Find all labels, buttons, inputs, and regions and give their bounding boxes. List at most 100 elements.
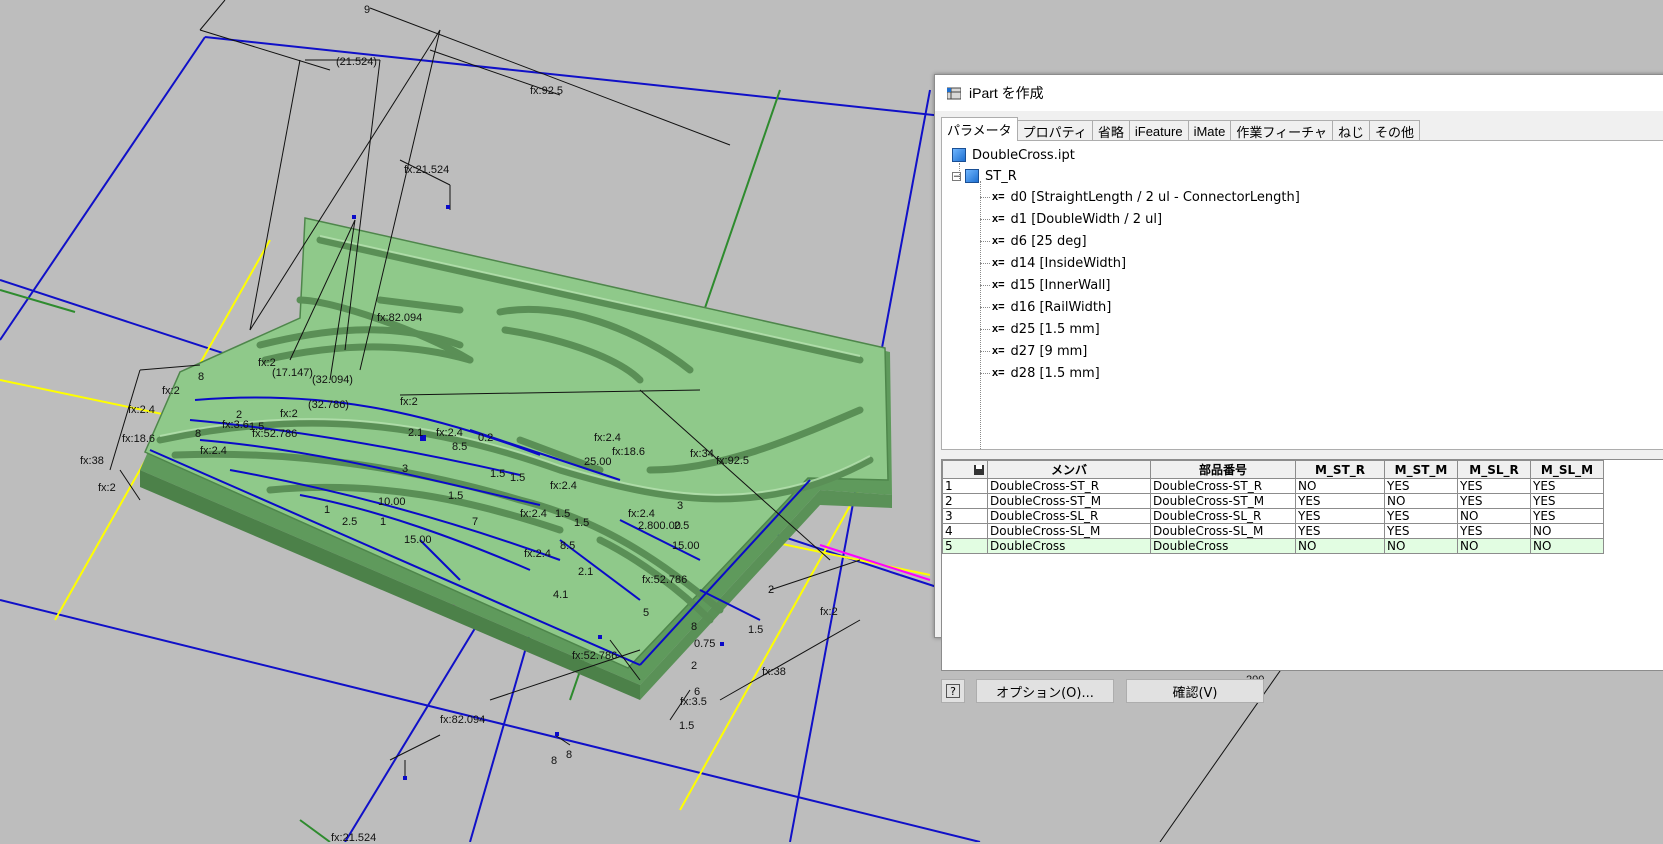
table-cell[interactable]: DoubleCross-SL_R	[987, 508, 1151, 524]
dimension-label[interactable]: fx:38	[762, 666, 786, 678]
table-cell[interactable]: YES	[1384, 508, 1458, 524]
table-cell[interactable]: YES	[1530, 493, 1604, 509]
dimension-label[interactable]: (21.524)	[336, 56, 377, 68]
dimension-label[interactable]: 1.5	[448, 490, 463, 502]
dimension-label[interactable]: fx:38	[80, 455, 104, 467]
dimension-label[interactable]: fx:2.4	[628, 508, 655, 520]
part-body[interactable]	[140, 217, 892, 700]
ok-button[interactable]: 確認(V)	[1126, 679, 1264, 703]
table-cell[interactable]: NO	[1530, 523, 1604, 539]
dimension-label[interactable]: fx:2	[162, 385, 180, 397]
dimension-label[interactable]: fx:18.6	[122, 433, 155, 445]
parameter-item[interactable]: x= d16 [RailWidth]	[992, 297, 1111, 317]
table-cell[interactable]: YES	[1295, 523, 1385, 539]
dimension-label[interactable]: 8	[198, 371, 204, 383]
dimension-label[interactable]: fx:21.524	[404, 164, 449, 176]
dimension-label[interactable]: 0.75	[694, 638, 715, 650]
table-cell[interactable]: DoubleCross-ST_M	[1150, 493, 1296, 509]
dimension-label[interactable]: fx:2.4	[520, 508, 547, 520]
dimension-label[interactable]: fx:52.786	[642, 574, 687, 586]
tab-imate[interactable]: iMate	[1187, 120, 1232, 141]
row-number[interactable]: 3	[942, 508, 988, 524]
member-table-container[interactable]: メンバ 部品番号 M_ST_R M_ST_M M_SL_R M_SL_M 1 Do…	[941, 459, 1663, 671]
dimension-label[interactable]: fx:2.4	[524, 548, 551, 560]
table-cell[interactable]: NO	[1295, 538, 1385, 554]
dimension-label[interactable]: 1.5	[574, 517, 589, 529]
table-cell[interactable]: DoubleCross-ST_R	[987, 478, 1151, 494]
dimension-label[interactable]: 1.5	[679, 720, 694, 732]
options-button[interactable]: オプション(O)...	[976, 679, 1114, 703]
parameter-item[interactable]: x= d1 [DoubleWidth / 2 ul]	[992, 209, 1162, 229]
table-cell[interactable]: DoubleCross	[987, 538, 1151, 554]
table-row[interactable]: 2 DoubleCross-ST_M DoubleCross-ST_M YES NO YE…	[942, 493, 1604, 509]
dimension-label[interactable]: (17.147)	[272, 367, 313, 379]
column-header-m-st-m[interactable]: M_ST_M	[1384, 460, 1458, 479]
table-cell[interactable]: NO	[1530, 538, 1604, 554]
table-cell[interactable]: YES	[1295, 508, 1385, 524]
tree-root-item[interactable]: DoubleCross.ipt	[952, 145, 1075, 165]
table-cell[interactable]: YES	[1530, 508, 1604, 524]
tree-group-st-r[interactable]: − ST_R	[952, 166, 1017, 186]
parameter-item[interactable]: x= d27 [9 mm]	[992, 341, 1087, 361]
tab-threads[interactable]: ねじ	[1332, 120, 1371, 141]
parameter-item[interactable]: x= d28 [1.5 mm]	[992, 363, 1100, 383]
column-header-m-st-r[interactable]: M_ST_R	[1295, 460, 1385, 479]
dimension-label[interactable]: fx:2.4	[594, 432, 621, 444]
table-cell[interactable]: YES	[1384, 478, 1458, 494]
dimension-label[interactable]: 8	[195, 428, 201, 440]
help-button[interactable]: ?	[941, 679, 965, 703]
table-cell[interactable]: YES	[1457, 523, 1531, 539]
column-header-m-sl-r[interactable]: M_SL_R	[1457, 460, 1531, 479]
row-number[interactable]: 4	[942, 523, 988, 539]
dimension-label[interactable]: 5	[643, 607, 649, 619]
tab-ifeature[interactable]: iFeature	[1128, 120, 1189, 141]
table-row[interactable]: 5 DoubleCross DoubleCross NO NO NO NO	[942, 538, 1604, 554]
dimension-label[interactable]: fx:2.4	[128, 404, 155, 416]
dimension-label[interactable]: fx:3.6	[222, 419, 249, 431]
row-number[interactable]: 1	[942, 478, 988, 494]
dimension-label[interactable]: 4.1	[553, 589, 568, 601]
table-cell[interactable]: DoubleCross-SL_M	[987, 523, 1151, 539]
dimension-label[interactable]: fx:2	[820, 606, 838, 618]
dimension-label[interactable]: fx:82.094	[440, 714, 485, 726]
dimension-label[interactable]: 2.1	[578, 566, 593, 578]
tab-other[interactable]: その他	[1369, 120, 1421, 141]
parameter-item[interactable]: x= d0 [StraightLength / 2 ul - ConnectorL…	[992, 187, 1300, 207]
dimension-label[interactable]: 3	[677, 500, 683, 512]
dimension-label[interactable]: 7	[472, 516, 478, 528]
member-table[interactable]: メンバ 部品番号 M_ST_R M_ST_M M_SL_R M_SL_M 1 Do…	[942, 460, 1604, 554]
dimension-label[interactable]: 1.5	[510, 472, 525, 484]
column-header-part-number[interactable]: 部品番号	[1150, 460, 1296, 479]
dimension-label[interactable]: 2	[691, 660, 697, 672]
table-cell[interactable]: NO	[1384, 493, 1458, 509]
dimension-label[interactable]: fx:34	[690, 448, 714, 460]
column-header-member[interactable]: メンバ	[987, 460, 1151, 479]
table-cell[interactable]: YES	[1530, 478, 1604, 494]
parameter-tree[interactable]: DoubleCross.ipt − ST_R x= d0 [StraightLen…	[942, 141, 1663, 449]
dimension-label[interactable]: 0.2	[478, 432, 493, 444]
create-ipart-dialog[interactable]: iPart を作成 パラメータ プロパティ 省略 iFeature iMate …	[934, 74, 1663, 703]
table-cell[interactable]: NO	[1384, 538, 1458, 554]
row-number[interactable]: 5	[942, 538, 988, 554]
table-cell[interactable]: DoubleCross-SL_R	[1150, 508, 1296, 524]
dimension-label[interactable]: 1	[380, 516, 386, 528]
dimension-label[interactable]: 10.00	[378, 496, 406, 508]
dialog-titlebar[interactable]: iPart を作成	[935, 75, 1663, 111]
dimension-label[interactable]: fx:52.786	[572, 650, 617, 662]
table-cell[interactable]: YES	[1457, 493, 1531, 509]
dimension-label[interactable]: fx:82.094	[377, 312, 422, 324]
table-cell[interactable]: NO	[1295, 478, 1385, 494]
table-row[interactable]: 4 DoubleCross-SL_M DoubleCross-SL_M YES YES Y…	[942, 523, 1604, 539]
dimension-label[interactable]: fx:92.5	[530, 85, 563, 97]
tab-work-features[interactable]: 作業フィーチャ	[1230, 120, 1333, 141]
dimension-label[interactable]: fx:2	[98, 482, 116, 494]
table-cell[interactable]: YES	[1295, 493, 1385, 509]
table-row[interactable]: 3 DoubleCross-SL_R DoubleCross-SL_R YES YES N…	[942, 508, 1604, 524]
table-cell[interactable]: NO	[1457, 508, 1531, 524]
table-cell[interactable]: YES	[1457, 478, 1531, 494]
tab-properties[interactable]: プロパティ	[1016, 120, 1093, 141]
dimension-label[interactable]: 1	[324, 504, 330, 516]
dimension-label[interactable]: fx:18.6	[612, 446, 645, 458]
column-header-m-sl-m[interactable]: M_SL_M	[1530, 460, 1604, 479]
dimension-label[interactable]: (32.094)	[312, 374, 353, 386]
